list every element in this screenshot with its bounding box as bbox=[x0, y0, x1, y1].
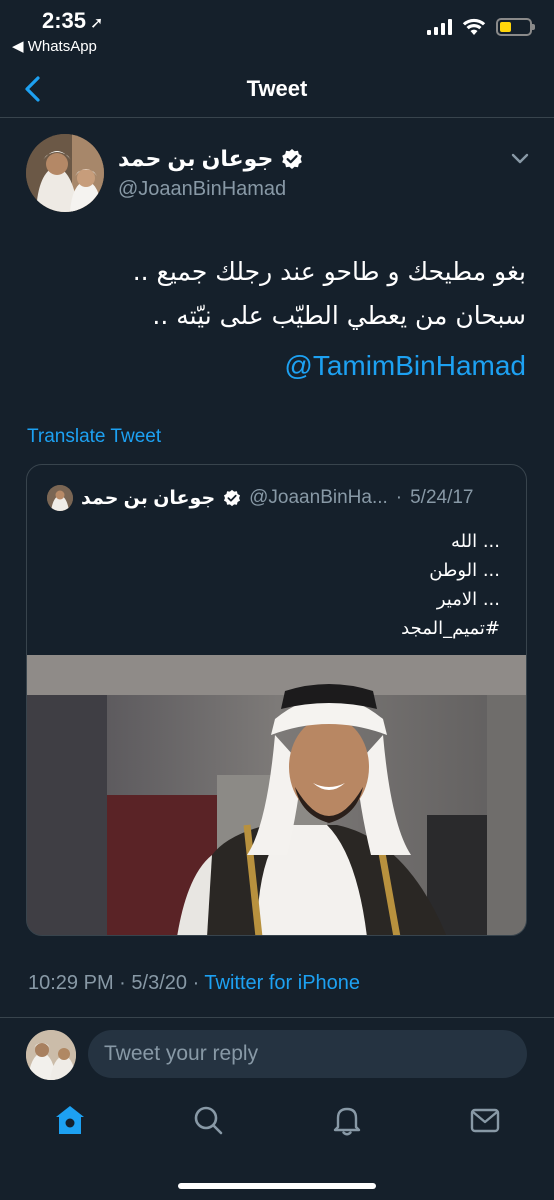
quoted-author-name: جوعان بن حمد bbox=[81, 487, 216, 509]
home-icon bbox=[56, 1106, 84, 1134]
back-to-app-link[interactable]: ◀ WhatsApp bbox=[12, 37, 97, 55]
translate-tweet-link[interactable]: Translate Tweet bbox=[27, 426, 161, 448]
battery-icon bbox=[496, 18, 535, 36]
tab-notifications[interactable] bbox=[327, 1100, 367, 1140]
status-indicators bbox=[427, 18, 535, 36]
author-handle: @JoaanBinHamad bbox=[118, 178, 287, 200]
quoted-tweet-text: ... الله ... الوطن ... الامير #تميم_المج… bbox=[401, 527, 500, 643]
meta-separator: · bbox=[119, 972, 132, 994]
search-icon bbox=[194, 1106, 223, 1135]
quoted-text-line: ... الله bbox=[451, 531, 500, 552]
wifi-icon bbox=[462, 18, 486, 35]
tweet-text-line: سبحان من يعطي الطيّب على نيّته .. bbox=[152, 301, 526, 330]
author-name[interactable]: جوعان بن حمد bbox=[118, 146, 273, 172]
quoted-tweet-photo[interactable] bbox=[27, 655, 527, 936]
meta-separator: · bbox=[192, 972, 205, 994]
author-block: جوعان بن حمد @JoaanBinHamad bbox=[118, 146, 303, 201]
tweet-time: 10:29 PM bbox=[28, 972, 114, 994]
author-name-row: جوعان بن حمد bbox=[118, 146, 303, 172]
tweet-source-link[interactable]: Twitter for iPhone bbox=[204, 972, 360, 994]
nav-header: Tweet bbox=[0, 60, 554, 118]
location-arrow-icon: ➚ bbox=[90, 15, 104, 32]
status-bar: 2:35 ➚ ◀ WhatsApp bbox=[0, 0, 554, 60]
bell-icon bbox=[333, 1107, 361, 1136]
reply-placeholder: Tweet your reply bbox=[104, 1042, 259, 1065]
quoted-separator: · bbox=[395, 487, 403, 508]
quoted-author-handle: @JoaanBinHa... bbox=[249, 487, 388, 508]
quoted-tweet-card[interactable]: جوعان بن حمد @JoaanBinHa... · 5/24/17 ..… bbox=[26, 464, 527, 936]
tab-home[interactable] bbox=[50, 1100, 90, 1140]
quoted-hashtag-link[interactable]: #تميم_المجد bbox=[401, 614, 500, 643]
tab-messages[interactable] bbox=[465, 1100, 505, 1140]
tweet-text: بغو مطيحك و طاحو عند رجلك جميع .. سبحان … bbox=[26, 250, 526, 338]
chevron-down-icon[interactable] bbox=[510, 152, 530, 166]
status-time: 2:35 ➚ bbox=[42, 8, 103, 34]
verified-badge-icon bbox=[282, 149, 303, 169]
reply-input[interactable]: Tweet your reply bbox=[88, 1030, 527, 1078]
page-title: Tweet bbox=[246, 76, 308, 101]
tweet-date: 5/3/20 bbox=[131, 972, 187, 994]
tweet-meta: 10:29 PM · 5/3/20 · Twitter for iPhone bbox=[28, 972, 360, 995]
quoted-tweet-header: جوعان بن حمد @JoaanBinHa... · 5/24/17 bbox=[47, 485, 502, 511]
quoted-author-avatar bbox=[47, 485, 73, 511]
mail-icon bbox=[470, 1108, 500, 1133]
quoted-text-line: ... الوطن bbox=[429, 560, 500, 581]
tab-search[interactable] bbox=[188, 1100, 228, 1140]
quoted-text-line: ... الامير bbox=[436, 589, 500, 610]
quoted-date: 5/24/17 bbox=[410, 487, 474, 508]
verified-badge-icon bbox=[224, 489, 241, 507]
mention-link[interactable]: @TamimBinHamad bbox=[284, 350, 526, 382]
cellular-signal-icon bbox=[427, 19, 452, 35]
tweet-text-line: بغو مطيحك و طاحو عند رجلك جميع .. bbox=[132, 257, 526, 286]
battery-fill bbox=[500, 22, 512, 32]
status-time-text: 2:35 bbox=[42, 8, 87, 33]
home-indicator[interactable] bbox=[178, 1183, 376, 1189]
author-avatar[interactable] bbox=[26, 134, 104, 212]
user-avatar[interactable] bbox=[26, 1030, 76, 1080]
divider bbox=[0, 1017, 554, 1018]
